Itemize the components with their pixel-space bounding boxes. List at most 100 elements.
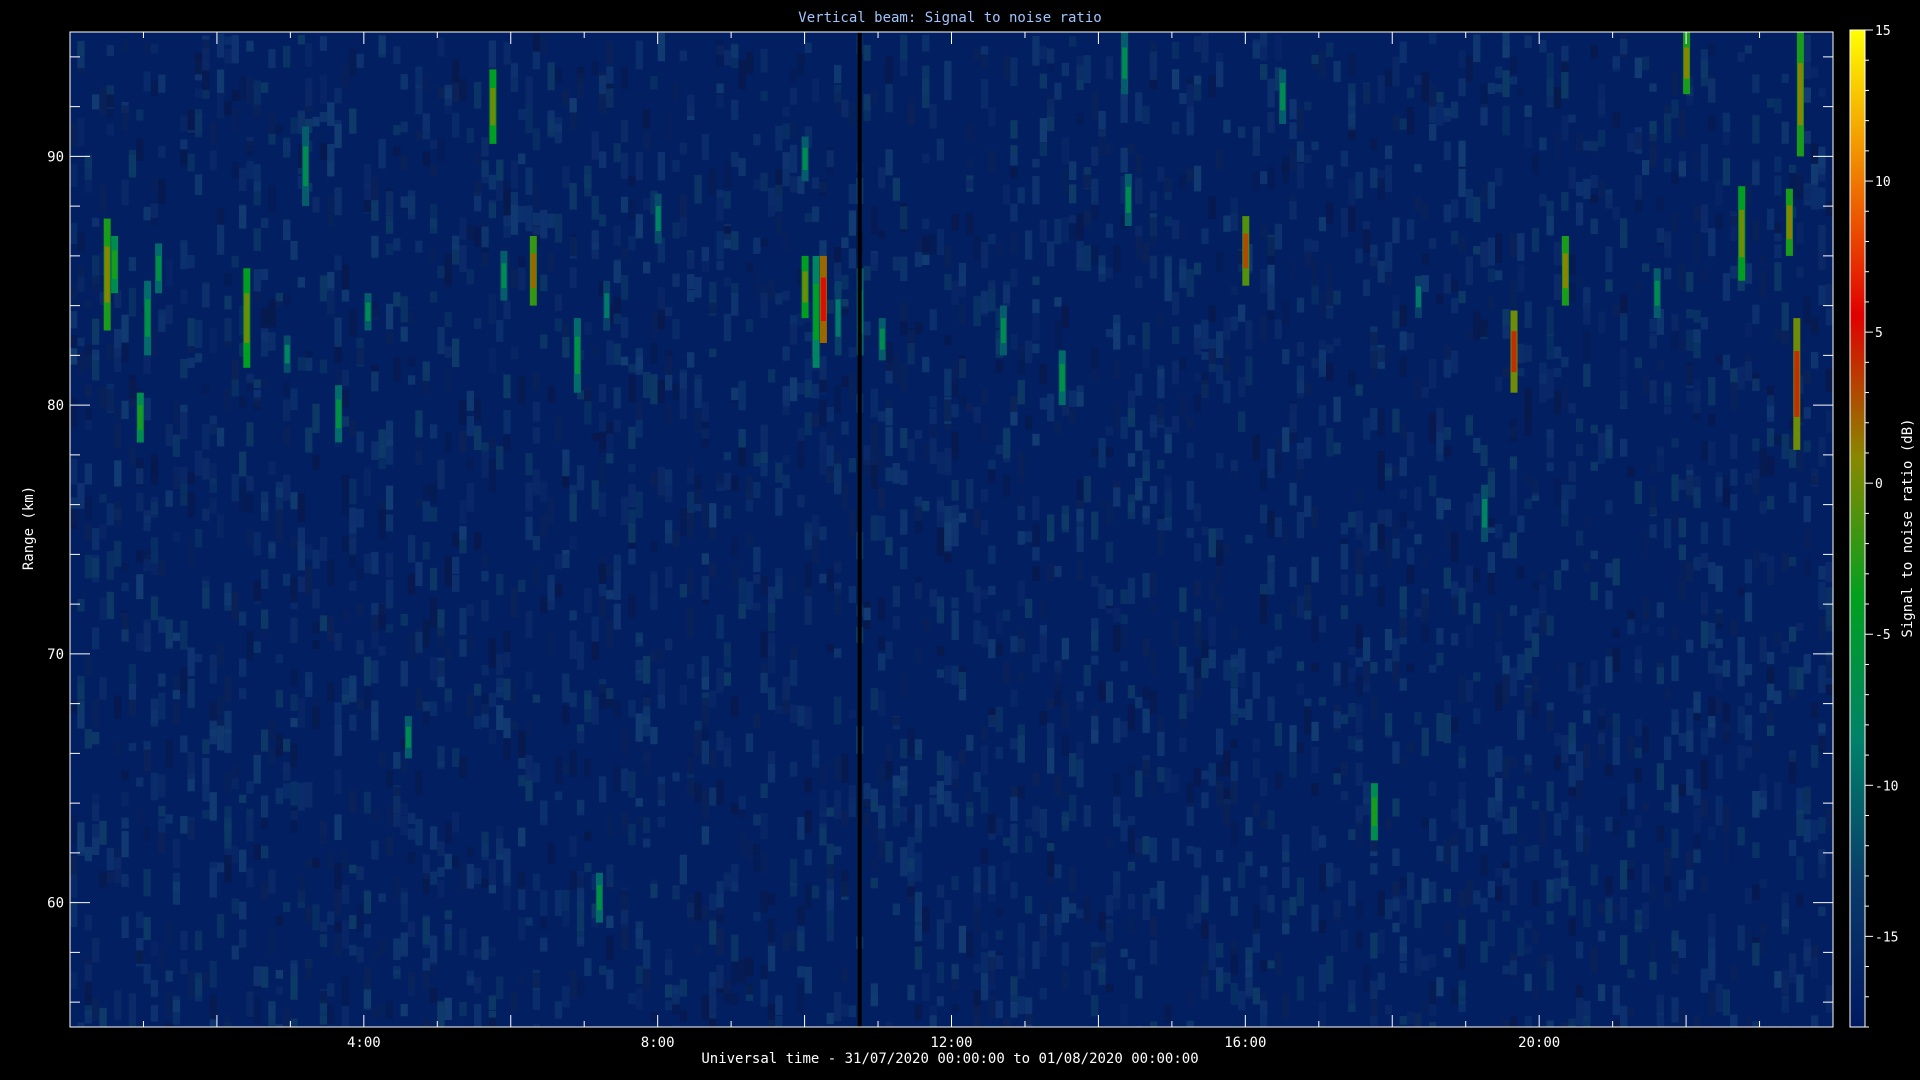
noise-cell bbox=[1017, 380, 1025, 405]
noise-cell bbox=[620, 890, 629, 910]
noise-cell bbox=[1179, 587, 1187, 612]
noise-cell bbox=[400, 803, 408, 815]
noise-cell bbox=[1766, 651, 1775, 664]
noise-cell bbox=[1774, 222, 1782, 234]
noise-cell bbox=[180, 958, 188, 974]
noise-cell bbox=[841, 306, 849, 316]
noise-cell bbox=[944, 244, 952, 269]
noise-cell bbox=[209, 478, 217, 493]
noise-cell bbox=[1157, 881, 1165, 910]
noise-cell bbox=[1693, 834, 1701, 850]
noise-cell bbox=[1399, 617, 1407, 638]
noise-cell bbox=[1348, 511, 1356, 528]
noise-cell bbox=[620, 119, 629, 143]
noise-cell bbox=[584, 831, 592, 841]
noise-cell bbox=[319, 990, 328, 1004]
noise-cell bbox=[268, 185, 276, 212]
noise-cell bbox=[496, 677, 504, 692]
noise-cell bbox=[385, 805, 394, 827]
noise-cell bbox=[1208, 363, 1216, 372]
noise-cell bbox=[209, 720, 217, 736]
noise-cell bbox=[1076, 691, 1084, 702]
noise-cell bbox=[422, 484, 430, 500]
noise-cell bbox=[1487, 297, 1495, 311]
noise-cell bbox=[136, 109, 144, 121]
noise-cell bbox=[936, 527, 945, 556]
noise-cell bbox=[1010, 881, 1018, 899]
noise-cell bbox=[951, 964, 959, 980]
noise-cell bbox=[687, 664, 695, 679]
noise-cell bbox=[613, 419, 621, 433]
noise-cell bbox=[1098, 680, 1106, 702]
noise-cell bbox=[1590, 550, 1598, 560]
noise-cell bbox=[363, 924, 372, 938]
noise-cell bbox=[863, 45, 871, 61]
noise-cell bbox=[870, 464, 878, 489]
noise-cell bbox=[1149, 776, 1158, 797]
noise-cell bbox=[885, 56, 893, 84]
noise-cell bbox=[980, 387, 989, 405]
noise-cell bbox=[510, 64, 519, 92]
noise-cell bbox=[1693, 1014, 1701, 1027]
noise-cell bbox=[650, 374, 658, 405]
noise-cell bbox=[1201, 526, 1209, 536]
noise-cell bbox=[1002, 184, 1011, 205]
echo-core bbox=[574, 336, 580, 374]
noise-cell bbox=[474, 318, 482, 329]
noise-cell bbox=[1406, 663, 1415, 673]
noise-cell bbox=[1311, 54, 1319, 64]
noise-cell bbox=[598, 965, 607, 975]
noise-cell bbox=[1113, 773, 1121, 795]
noise-cell bbox=[1296, 107, 1305, 132]
noise-cell bbox=[444, 910, 452, 920]
noise-cell bbox=[980, 880, 989, 891]
noise-cell bbox=[1524, 615, 1532, 641]
noise-cell bbox=[312, 403, 320, 433]
noise-cell bbox=[1766, 683, 1775, 701]
echo-core bbox=[655, 206, 661, 231]
noise-cell bbox=[334, 769, 342, 794]
noise-cell bbox=[1289, 603, 1297, 616]
noise-cell bbox=[400, 74, 408, 89]
noise-cell bbox=[371, 840, 379, 860]
noise-cell bbox=[1730, 1014, 1738, 1027]
noise-cell bbox=[1473, 311, 1481, 340]
noise-cell bbox=[709, 168, 717, 196]
noise-cell bbox=[327, 271, 335, 291]
noise-cell bbox=[334, 921, 342, 933]
noise-cell bbox=[1105, 984, 1114, 993]
noise-cell bbox=[1377, 890, 1385, 916]
noise-cell bbox=[1818, 566, 1826, 580]
noise-cell bbox=[1076, 479, 1084, 509]
noise-cell bbox=[488, 174, 496, 190]
noise-cell bbox=[1105, 541, 1114, 563]
noise-cell bbox=[481, 844, 489, 861]
noise-cell bbox=[1546, 334, 1554, 360]
noise-cell bbox=[1296, 661, 1305, 671]
noise-cell bbox=[1656, 626, 1664, 636]
noise-cell bbox=[1362, 279, 1371, 297]
noise-cell bbox=[128, 664, 137, 688]
noise-cell bbox=[216, 224, 225, 255]
noise-cell bbox=[1436, 293, 1444, 305]
noise-cell bbox=[1561, 115, 1569, 141]
noise-cell bbox=[922, 34, 930, 52]
noise-cell bbox=[826, 150, 834, 168]
noise-cell bbox=[547, 581, 555, 610]
noise-cell bbox=[1429, 818, 1437, 842]
noise-cell bbox=[709, 749, 717, 768]
noise-cell bbox=[1002, 609, 1011, 621]
noise-cell bbox=[804, 213, 812, 223]
noise-cell bbox=[1752, 884, 1760, 901]
noise-cell bbox=[400, 816, 408, 836]
noise-cell bbox=[1495, 524, 1503, 539]
noise-cell bbox=[1318, 49, 1327, 78]
noise-cell bbox=[1509, 280, 1518, 309]
noise-cell bbox=[1539, 362, 1547, 384]
noise-cell bbox=[224, 36, 232, 45]
noise-cell bbox=[474, 153, 482, 165]
noise-cell bbox=[363, 467, 372, 497]
noise-cell bbox=[1208, 649, 1216, 669]
noise-cell bbox=[782, 933, 790, 952]
noise-cell bbox=[657, 466, 665, 496]
